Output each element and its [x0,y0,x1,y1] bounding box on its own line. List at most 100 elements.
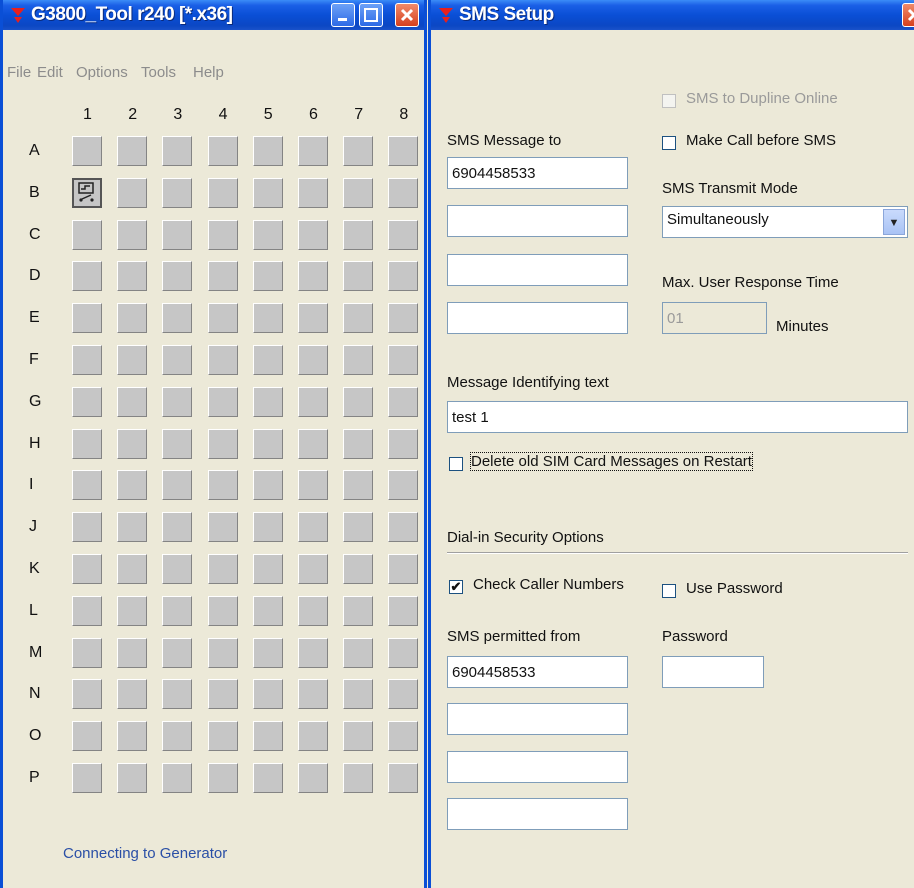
grid-cell[interactable] [298,386,328,417]
grid-cell[interactable] [252,637,283,668]
grid-cell[interactable] [207,261,238,292]
make-call-before-sms-checkbox[interactable] [662,136,676,150]
use-password-checkbox[interactable] [662,584,676,598]
grid-cell[interactable] [388,345,419,375]
grid-cell[interactable] [388,512,419,543]
grid-cell[interactable] [72,219,102,250]
grid-cell[interactable] [343,763,374,793]
grid-cell[interactable] [207,637,238,668]
check-caller-numbers-checkbox[interactable]: ✔ [449,580,463,594]
grid-cell[interactable] [388,219,419,250]
grid-cell[interactable] [117,136,148,166]
grid-cell[interactable] [117,303,148,334]
grid-cell[interactable] [207,763,238,793]
grid-cell[interactable] [343,679,374,710]
grid-cell[interactable] [162,177,193,208]
grid-cell[interactable] [252,721,283,752]
permitted-from-field-2[interactable] [447,703,628,735]
grid-cell[interactable] [298,345,328,375]
permitted-from-field-1[interactable] [447,656,628,688]
dropdown-arrow-icon[interactable]: ▼ [883,209,905,235]
grid-cell[interactable] [388,721,419,752]
menu-options[interactable]: Options [76,64,128,81]
grid-cell[interactable] [117,428,148,459]
grid-cell[interactable] [298,595,328,626]
grid-cell[interactable] [207,721,238,752]
grid-cell[interactable] [207,554,238,584]
sms-message-to-field-4[interactable] [447,302,628,334]
grid-cell[interactable] [207,512,238,543]
grid-cell[interactable] [162,554,193,584]
grid-cell[interactable] [162,763,193,793]
grid-cell[interactable] [117,345,148,375]
grid-cell[interactable] [343,177,374,208]
close-button[interactable] [395,3,419,27]
dialog-titlebar[interactable]: SMS Setup [431,0,914,30]
grid-cell[interactable] [207,303,238,334]
grid-cell[interactable] [298,303,328,334]
grid-cell[interactable] [343,261,374,292]
grid-cell[interactable] [162,386,193,417]
grid-cell[interactable] [298,428,328,459]
menu-edit[interactable]: Edit [37,64,63,81]
grid-cell[interactable] [72,595,102,626]
grid-cell[interactable] [117,219,148,250]
grid-cell[interactable] [252,261,283,292]
grid-cell[interactable] [343,554,374,584]
grid-cell[interactable] [117,177,148,208]
grid-cell[interactable] [388,136,419,166]
grid-cell[interactable] [72,345,102,375]
grid-cell[interactable] [117,470,148,501]
grid-cell[interactable] [343,345,374,375]
grid-cell[interactable] [343,721,374,752]
grid-cell[interactable] [298,554,328,584]
grid-cell[interactable] [207,136,238,166]
grid-cell[interactable] [207,219,238,250]
grid-cell[interactable] [207,428,238,459]
grid-cell[interactable] [207,386,238,417]
grid-cell[interactable] [388,554,419,584]
grid-cell[interactable] [388,177,419,208]
grid-cell[interactable] [298,721,328,752]
grid-cell[interactable] [388,303,419,334]
sms-message-to-field-1[interactable] [447,157,628,189]
grid-cell[interactable] [72,386,102,417]
grid-cell[interactable] [162,428,193,459]
grid-cell[interactable] [388,763,419,793]
grid-cell[interactable] [162,470,193,501]
grid-cell[interactable] [252,595,283,626]
menu-file[interactable]: File [7,64,31,81]
main-titlebar[interactable]: G3800_Tool r240 [*.x36] [3,0,424,30]
grid-cell[interactable] [72,721,102,752]
maximize-button[interactable] [359,3,383,27]
grid-cell[interactable] [117,595,148,626]
menu-tools[interactable]: Tools [141,64,176,81]
grid-cell[interactable] [298,219,328,250]
grid-cell[interactable] [388,428,419,459]
grid-cell[interactable] [252,219,283,250]
grid-cell[interactable] [207,679,238,710]
sms-message-to-field-2[interactable] [447,205,628,237]
grid-cell[interactable] [388,470,419,501]
grid-cell[interactable] [72,261,102,292]
grid-cell[interactable] [252,763,283,793]
grid-cell[interactable] [117,721,148,752]
grid-cell[interactable] [72,512,102,543]
grid-cell[interactable] [162,637,193,668]
grid-cell[interactable] [388,261,419,292]
grid-cell[interactable] [343,637,374,668]
identifying-text-field[interactable] [447,401,908,433]
grid-cell[interactable] [298,470,328,501]
grid-cell[interactable] [162,512,193,543]
grid-cell[interactable] [117,261,148,292]
grid-cell[interactable] [72,679,102,710]
grid-cell[interactable] [117,512,148,543]
grid-cell[interactable] [162,345,193,375]
grid-cell[interactable] [343,595,374,626]
menu-help[interactable]: Help [193,64,224,81]
grid-cell[interactable] [343,136,374,166]
grid-cell[interactable] [298,679,328,710]
grid-cell[interactable] [298,136,328,166]
grid-cell[interactable] [343,428,374,459]
grid-cell[interactable] [117,386,148,417]
